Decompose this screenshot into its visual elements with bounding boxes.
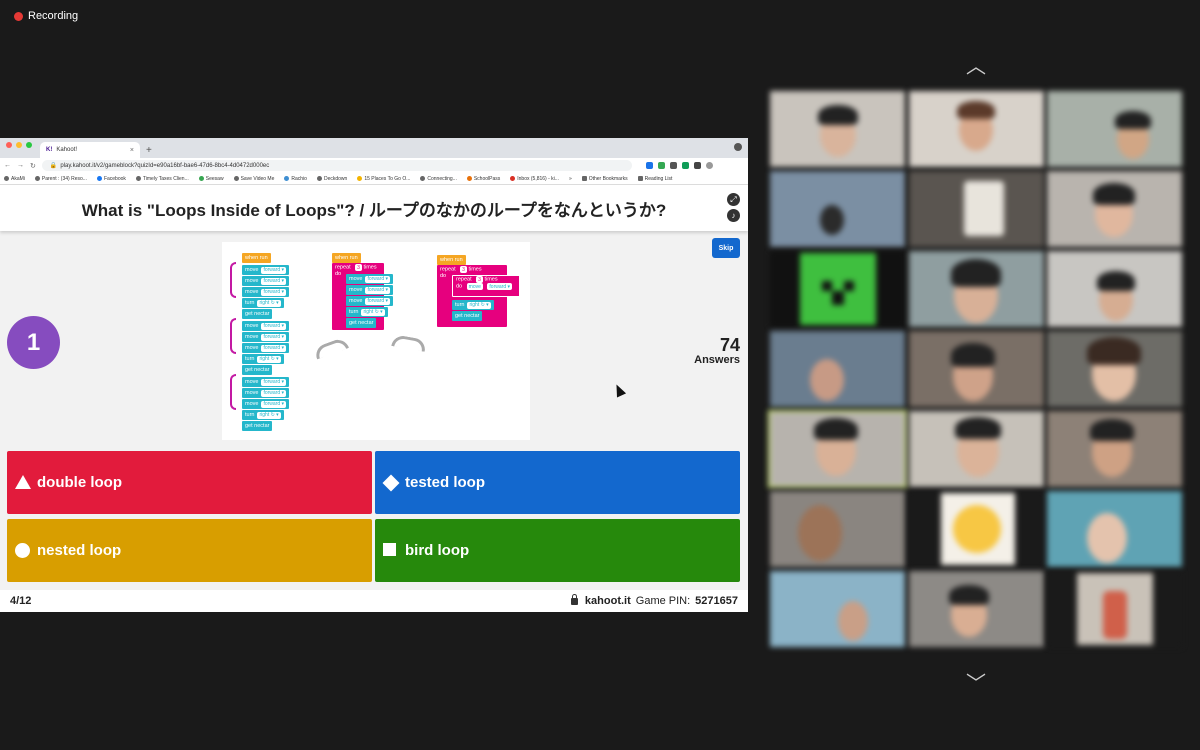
site-name: kahoot.it — [584, 595, 631, 607]
participant-video[interactable] — [1047, 411, 1182, 487]
lock-icon — [570, 593, 578, 605]
answers-label: Answers — [694, 354, 740, 366]
participant-video[interactable] — [770, 331, 905, 407]
recording-indicator: Recording — [14, 10, 78, 22]
participant-video[interactable] — [770, 571, 905, 647]
bookmarks-bar: AkaMi Parent : (34) Reso... Facebook Tim… — [0, 173, 748, 185]
question-controls: ⤢ ♪ — [727, 193, 740, 222]
participant-video[interactable] — [770, 491, 905, 567]
extension-icon[interactable] — [669, 162, 677, 169]
participant-video[interactable] — [909, 491, 1044, 567]
circle-icon — [15, 543, 30, 558]
new-tab-button[interactable]: + — [140, 145, 158, 158]
participant-video[interactable] — [1047, 171, 1182, 247]
question-bar: What is "Loops Inside of Loops"? / ループのな… — [0, 185, 748, 231]
arrow-icon — [391, 334, 427, 352]
forward-icon[interactable]: → — [17, 162, 24, 169]
tab-title: Kahoot! — [56, 147, 78, 153]
bookmark-item[interactable]: Inbox (5,816) - ki... — [510, 176, 559, 182]
answer-option-green[interactable]: bird loop — [375, 519, 740, 582]
extension-icon[interactable] — [681, 162, 689, 169]
address-row: ← → ↻ 🔒 play.kahoot.it/v2/gameblock?quiz… — [0, 158, 748, 173]
shared-browser-window: K! Kahoot! × + ← → ↻ 🔒 play.kahoot.it/v2… — [0, 138, 748, 612]
extension-icon[interactable] — [657, 162, 665, 169]
mouse-cursor-icon — [611, 382, 627, 398]
bookmark-item[interactable]: Seesaw — [198, 176, 224, 182]
bookmark-item[interactable]: AkaMi — [4, 176, 25, 182]
participant-video[interactable] — [770, 251, 905, 327]
countdown-timer: 1 — [7, 316, 60, 369]
answers-count: 74 — [719, 335, 740, 355]
participant-video[interactable] — [1047, 571, 1182, 647]
participant-video[interactable] — [1047, 491, 1182, 567]
more-bookmarks-button[interactable]: » — [569, 176, 572, 182]
participant-video[interactable] — [909, 171, 1044, 247]
scroll-up-chevron-icon[interactable]: ︿ — [961, 57, 991, 77]
bookmark-item[interactable]: Timely Taxes Clien... — [135, 176, 189, 182]
game-pin: 5271657 — [695, 595, 738, 607]
lock-icon: 🔒 — [49, 163, 58, 169]
participant-video[interactable] — [770, 91, 905, 167]
bookmark-item[interactable]: 15 Places To Go O... — [357, 176, 410, 182]
reload-icon[interactable]: ↻ — [30, 162, 36, 170]
url-text: play.kahoot.it/v2/gameblock?quizId=e90a1… — [60, 162, 270, 169]
bookmark-item[interactable]: Rachio — [284, 176, 307, 182]
extension-icon[interactable] — [645, 162, 653, 169]
kahoot-game: What is "Loops Inside of Loops"? / ループのな… — [0, 185, 748, 612]
game-footer: 4/12 kahoot.it Game PIN: 5271657 — [0, 590, 748, 612]
participant-video[interactable] — [909, 571, 1044, 647]
close-tab-icon[interactable]: × — [130, 147, 134, 154]
sound-icon[interactable]: ♪ — [727, 209, 740, 222]
bookmark-item[interactable]: Facebook — [96, 176, 126, 182]
address-bar[interactable]: 🔒 play.kahoot.it/v2/gameblock?quizId=e90… — [41, 160, 632, 171]
arrow-icon — [312, 336, 350, 360]
participant-video[interactable] — [1047, 331, 1182, 407]
square-icon — [383, 543, 396, 556]
window-controls — [0, 142, 40, 154]
recording-dot-icon — [14, 11, 23, 21]
avatar[interactable] — [705, 162, 713, 169]
puzzle-icon[interactable] — [693, 162, 701, 169]
bookmark-item[interactable]: Deckdown — [316, 176, 347, 182]
question-title: What is "Loops Inside of Loops"? / ループのな… — [81, 200, 667, 220]
recording-label: Recording — [28, 10, 79, 22]
back-icon[interactable]: ← — [4, 162, 11, 169]
answer-option-red[interactable]: double loop — [7, 451, 372, 514]
participant-video[interactable] — [909, 91, 1044, 167]
active-speaker-video[interactable] — [768, 410, 907, 488]
browser-tab[interactable]: K! Kahoot! × — [40, 142, 140, 158]
participant-video[interactable] — [909, 331, 1044, 407]
minimize-window-icon[interactable] — [16, 142, 22, 148]
bookmark-item[interactable]: SchoolPass — [466, 176, 500, 182]
skip-button[interactable]: Skip — [712, 238, 740, 258]
diamond-icon — [382, 474, 400, 492]
reading-list-button[interactable]: Reading List — [637, 176, 672, 182]
scroll-down-chevron-icon[interactable]: ﹀ — [961, 674, 991, 694]
question-image: when run move forward ▾ move forward ▾ mov… — [222, 242, 530, 440]
participant-video[interactable] — [909, 251, 1044, 327]
bookmark-folder[interactable]: Other Bookmarks — [581, 176, 628, 182]
pin-label: Game PIN: — [635, 595, 691, 607]
extension-icons — [645, 162, 713, 169]
participant-gallery — [768, 91, 1182, 651]
answer-option-blue[interactable]: tested loop — [375, 451, 740, 514]
answer-option-yellow[interactable]: nested loop — [7, 519, 372, 582]
maximize-window-icon[interactable] — [26, 142, 32, 148]
bookmark-item[interactable]: Connecting... — [420, 176, 457, 182]
kahoot-favicon-icon: K! — [46, 147, 53, 153]
triangle-icon — [15, 475, 31, 489]
participant-video[interactable] — [1047, 251, 1182, 327]
tab-search-icon[interactable] — [734, 143, 742, 151]
answers-counter: 74 Answers — [680, 335, 740, 366]
participant-video[interactable] — [1047, 91, 1182, 167]
tab-bar: K! Kahoot! × + — [0, 138, 748, 158]
participant-video[interactable] — [909, 411, 1044, 487]
participant-video[interactable] — [770, 171, 905, 247]
bookmark-item[interactable]: Parent : (34) Reso... — [34, 176, 87, 182]
close-window-icon[interactable] — [6, 142, 12, 148]
question-progress: 4/12 — [10, 595, 32, 607]
fullscreen-icon[interactable]: ⤢ — [727, 193, 740, 206]
bookmark-item[interactable]: Save Video Me — [233, 176, 274, 182]
